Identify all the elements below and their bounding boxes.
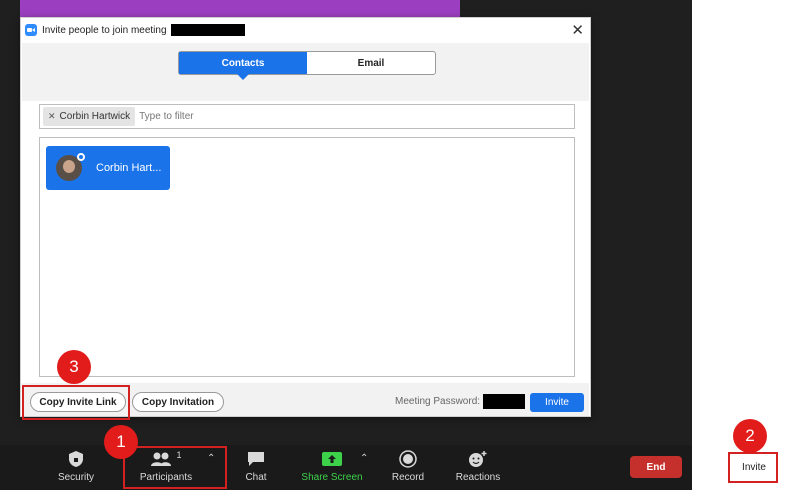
- chat-icon: [247, 448, 265, 470]
- highlight-copy-invite-link: [22, 385, 130, 420]
- selected-contact-chip[interactable]: ✕ Corbin Hartwick: [43, 107, 136, 126]
- share-screen-label: Share Screen: [301, 472, 363, 483]
- side-panel: [692, 0, 800, 490]
- contact-name: Corbin Hart...: [96, 162, 162, 174]
- record-icon: [399, 448, 417, 470]
- invite-button[interactable]: Invite: [530, 393, 584, 412]
- security-button[interactable]: Security: [50, 448, 102, 488]
- highlight-invite: [728, 452, 778, 483]
- record-button[interactable]: Record: [386, 448, 430, 488]
- avatar-face: [63, 160, 75, 173]
- reactions-label: Reactions: [455, 472, 501, 483]
- highlight-participants: [123, 446, 227, 489]
- step-badge-1: 1: [104, 425, 138, 459]
- share-screen-button[interactable]: Share Screen: [296, 448, 368, 488]
- chat-button[interactable]: Chat: [236, 448, 276, 488]
- redacted-meeting-id: [170, 24, 245, 36]
- step-badge-3: 3: [57, 350, 91, 384]
- end-meeting-button[interactable]: End: [630, 456, 682, 478]
- contact-card[interactable]: Corbin Hart...: [46, 146, 170, 190]
- copy-invitation-button[interactable]: Copy Invitation: [132, 392, 224, 412]
- shield-icon: [68, 448, 84, 470]
- dialog-title: Invite people to join meeting: [42, 24, 167, 36]
- reactions-button[interactable]: Reactions: [450, 448, 506, 488]
- step-badge-2: 2: [733, 419, 767, 453]
- contact-filter[interactable]: ✕ Corbin Hartwick: [39, 104, 575, 129]
- redacted-password: [483, 394, 525, 409]
- filter-input[interactable]: [139, 111, 440, 122]
- zoom-logo-icon: [25, 24, 37, 36]
- chat-label: Chat: [245, 472, 267, 483]
- meeting-toolbar: Security 1 Participants ⌃ Chat Share Scr…: [0, 445, 692, 490]
- online-status-icon: [77, 153, 85, 161]
- close-icon[interactable]: ✕: [571, 21, 584, 39]
- tab-strip: Contacts Email: [22, 43, 589, 101]
- zoom-meeting-screen: Security 1 Participants ⌃ Chat Share Scr…: [0, 0, 800, 490]
- video-tile: [20, 0, 460, 18]
- security-label: Security: [57, 472, 95, 483]
- contact-list[interactable]: Corbin Hart...: [39, 137, 575, 377]
- dialog-title-bar: Invite people to join meeting ✕: [21, 18, 590, 42]
- share-screen-icon: [321, 448, 343, 470]
- record-label: Record: [391, 472, 425, 483]
- chip-label: Corbin Hartwick: [59, 111, 131, 122]
- remove-chip-icon[interactable]: ✕: [48, 111, 56, 122]
- tab-group: Contacts Email: [178, 51, 436, 80]
- share-chevron-up-icon[interactable]: ⌃: [360, 453, 368, 464]
- meeting-password-label: Meeting Password:: [395, 396, 481, 407]
- invite-dialog: Invite people to join meeting ✕ Contacts…: [20, 17, 591, 417]
- tab-contacts[interactable]: Contacts: [179, 52, 307, 80]
- tab-email[interactable]: Email: [307, 52, 435, 74]
- smiley-plus-icon: [468, 448, 488, 470]
